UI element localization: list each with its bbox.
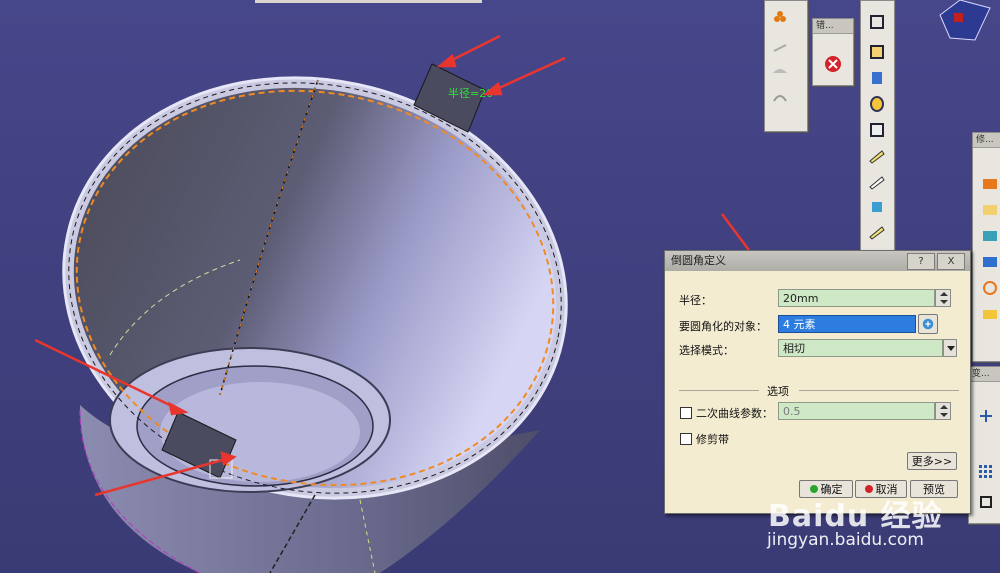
radius-label: 半径： [679,294,712,307]
solid-icon[interactable] [866,195,888,217]
close-button[interactable]: X [937,253,965,270]
options-label: 选项 [767,385,789,398]
options-divider-left [679,390,759,391]
draft-icon[interactable] [979,225,1000,247]
shell-icon[interactable] [979,251,1000,273]
trim-label: 修剪带 [696,433,729,446]
baidu-watermark-url: jingyan.baidu.com [767,530,924,550]
radius-spinner[interactable] [935,289,951,307]
sweep-tool-icon[interactable] [769,85,791,107]
conic-label: 二次曲线参数： [696,407,773,420]
radius-input[interactable]: 20mm [778,289,935,307]
pocket-icon[interactable] [866,41,888,63]
conic-input[interactable]: 0.5 [778,402,935,420]
toolbar-modify-title: 修... [973,133,1000,148]
pattern-icon[interactable] [975,461,997,483]
options-divider-right [799,390,959,391]
objects-field[interactable]: 4 元素 [778,315,916,333]
shaft-icon[interactable] [866,67,888,89]
toolbar-features [860,0,895,252]
toolbar-transform-title: 变... [969,367,1000,382]
thickness-icon[interactable] [979,277,1000,299]
translate-icon[interactable] [975,405,997,427]
toolbar-modify: 修... [972,132,1000,362]
rib-icon[interactable] [866,145,888,167]
help-button[interactable]: ? [907,253,935,270]
chamfer-icon[interactable] [979,199,1000,221]
conic-spinner[interactable] [935,402,951,420]
fillet-orange-icon[interactable] [979,173,1000,195]
disabled-tool-icon[interactable] [769,37,791,59]
top-panel-edge [255,0,482,3]
chevron-down-icon[interactable] [943,339,957,357]
objects-picker-button[interactable] [918,314,938,334]
mode-select[interactable]: 相切 [778,339,943,357]
fillet-tool-icon[interactable] [769,7,791,29]
trim-checkbox[interactable] [680,433,692,445]
objects-label: 要圆角化的对象： [679,320,767,333]
selection-icon [922,318,934,330]
hole-icon[interactable] [866,119,888,141]
fillet-definition-dialog: 倒圆角定义 ? X 半径： 20mm 要圆角化的对象： 4 元素 选择模式： 相… [664,250,971,514]
groove-icon[interactable] [866,93,888,115]
pad-icon[interactable] [866,11,888,33]
mode-label: 选择模式： [679,344,734,357]
thread-icon[interactable] [979,303,1000,325]
stop-icon[interactable] [822,53,844,75]
scale-icon[interactable] [975,491,997,513]
conic-checkbox[interactable] [680,407,692,419]
slot-icon[interactable] [866,171,888,193]
toolbar-error-title: 错... [813,19,853,34]
toolbar-shapes [764,0,808,132]
stiffener-icon[interactable] [866,221,888,243]
surface-tool-icon[interactable] [769,61,791,83]
baidu-watermark-logo: Baidu 经验 [768,499,943,534]
toolbar-transform: 变... [968,366,1000,524]
toolbar-error: 错... [812,18,854,86]
more-button[interactable]: 更多>> [907,452,957,470]
